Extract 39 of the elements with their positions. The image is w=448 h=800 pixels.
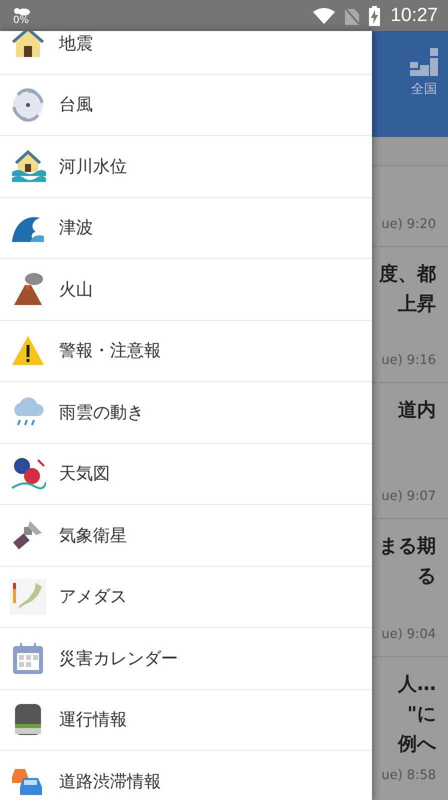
drawer-item[interactable]: 警報・注意報 [0,320,372,382]
news-headline[interactable]: る [417,563,436,589]
news-headline[interactable]: "に [407,701,436,727]
news-time: ue) 8:58 [381,768,436,783]
drawer-item[interactable]: 天気図 [0,444,372,505]
wifi-icon [313,8,336,24]
precipitation-text: 0% [13,16,29,26]
drawer-item[interactable]: アメダス [0,566,372,628]
drawer-item[interactable]: 地震 [0,31,372,74]
drawer-item[interactable]: 河川水位 [0,136,372,198]
news-time: ue) 9:16 [381,353,436,368]
region-label[interactable]: 全国 [411,80,437,98]
news-headline[interactable]: 道内 [398,397,436,423]
drawer-item[interactable]: 火山 [0,259,372,320]
flooded-house-icon [10,148,46,184]
news-headline[interactable]: 例へ [398,731,436,757]
weather-icon [12,6,30,16]
news-time: ue) 9:07 [381,489,436,504]
drawer-item[interactable]: 雨雲の動き [0,382,372,444]
news-headline[interactable]: 人… [398,671,436,697]
region-icon [410,48,438,76]
drawer-item[interactable]: 運行情報 [0,690,372,751]
battery-charging-icon [369,6,380,26]
drawer-item[interactable]: 津波 [0,198,372,259]
no-sim-icon [345,6,360,24]
calendar-icon [10,640,46,676]
typhoon-icon [10,86,46,123]
news-headline[interactable]: 上昇 [398,291,436,317]
clock-time: 10:27 [390,4,438,26]
news-headline[interactable]: まる期 [379,533,436,559]
japan-map-icon [10,578,46,615]
drawer-item[interactable]: 道路渋滞情報 [0,751,372,800]
drawer-item[interactable]: 台風 [0,74,372,136]
news-time: ue) 9:20 [381,217,436,232]
news-headline[interactable]: 度、都 [379,261,436,287]
news-time: ue) 9:04 [381,627,436,642]
drawer-item[interactable]: 気象衛星 [0,505,372,566]
weather-map-icon [10,456,46,492]
drawer-item[interactable]: 災害カレンダー [0,628,372,690]
